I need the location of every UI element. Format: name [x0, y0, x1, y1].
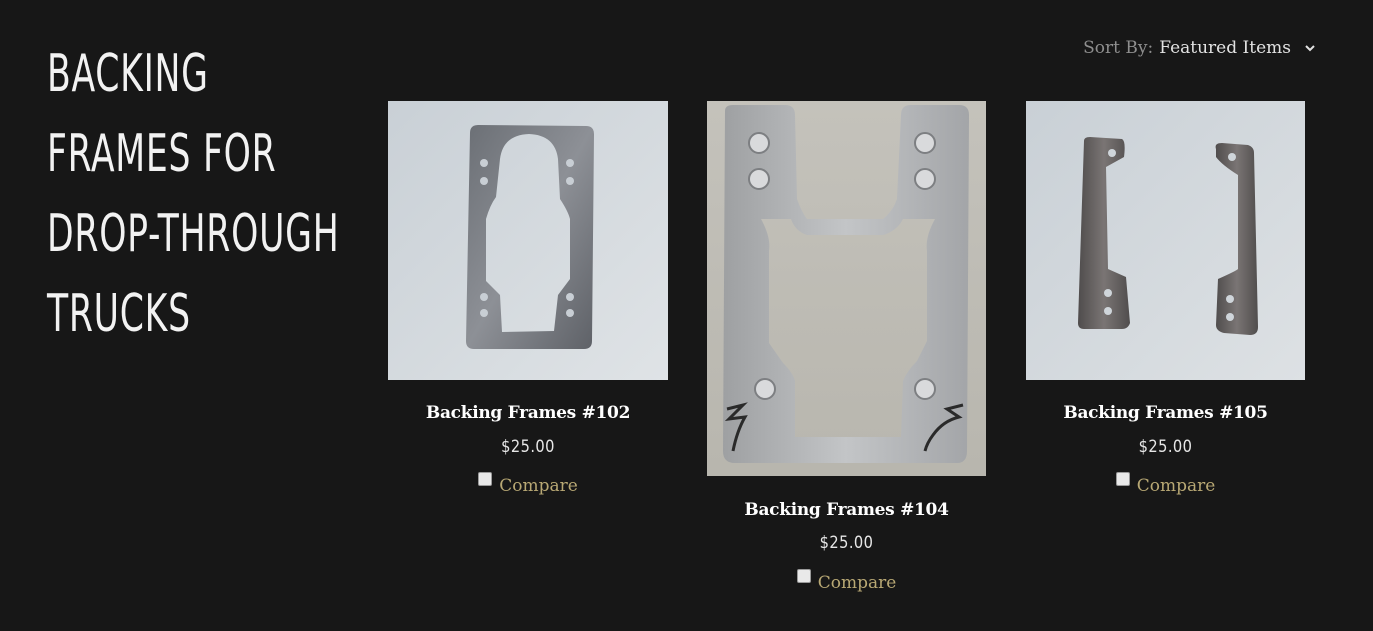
product-image-102[interactable] — [388, 101, 668, 380]
checkbox-box[interactable] — [478, 472, 493, 486]
product-price: $25.00 — [819, 533, 874, 553]
product-name[interactable]: Backing Frames #104 — [707, 500, 986, 520]
product-name[interactable]: Backing Frames #105 — [1026, 403, 1305, 423]
product-price: $25.00 — [501, 437, 555, 457]
compare-label: Compare — [817, 573, 897, 593]
page-title: BACKING FRAMES FOR DROP-THROUGH TRUCKS — [47, 44, 340, 344]
compare-checkbox[interactable]: Compare — [1115, 472, 1216, 496]
sort-by-label: Sort By: — [1083, 38, 1154, 58]
sort-by-value: Featured Items — [1159, 38, 1291, 58]
product-name[interactable]: Backing Frames #102 — [388, 403, 668, 423]
sort-by-dropdown[interactable]: Sort By: Featured Items — [1083, 38, 1317, 58]
product-card-102: Backing Frames #102 $25.00 Compare — [388, 101, 668, 496]
product-card-104: Backing Frames #104 $25.00 Compare — [707, 101, 986, 593]
compare-checkbox[interactable]: Compare — [796, 569, 897, 593]
product-price: $25.00 — [1138, 437, 1193, 457]
checkbox-box[interactable] — [796, 569, 811, 583]
product-image-104[interactable] — [707, 101, 986, 476]
product-listing-page: BACKING FRAMES FOR DROP-THROUGH TRUCKS S… — [0, 0, 1373, 631]
compare-checkbox[interactable]: Compare — [478, 472, 578, 496]
compare-label: Compare — [499, 476, 578, 496]
product-image-105[interactable] — [1026, 101, 1305, 380]
product-card-105: Backing Frames #105 $25.00 Compare — [1026, 101, 1305, 496]
checkbox-box[interactable] — [1115, 472, 1130, 486]
compare-label: Compare — [1136, 476, 1216, 496]
chevron-down-icon — [1305, 45, 1315, 52]
